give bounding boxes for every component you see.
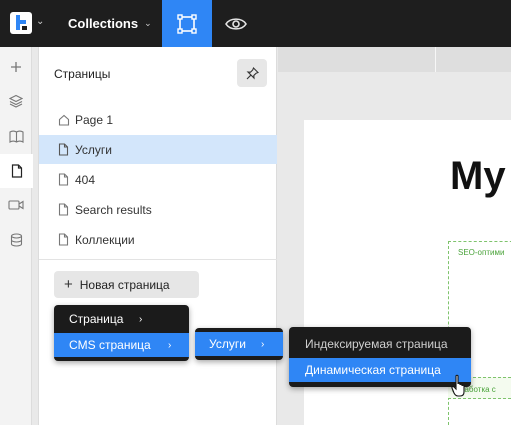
canvas-heading[interactable]: My <box>450 154 506 199</box>
pin-icon <box>246 66 259 79</box>
media-button[interactable] <box>0 188 32 222</box>
new-page-label: Новая страница <box>79 277 170 292</box>
select-tool-button[interactable] <box>162 0 212 47</box>
new-page-type-menu: Страница › CMS страница › <box>54 305 189 361</box>
collections-label: Collections <box>68 16 139 31</box>
page-item-kollektsii[interactable]: Коллекции <box>39 225 277 254</box>
pin-panel-button[interactable] <box>237 59 267 87</box>
seo-section-label: SEO-оптими <box>458 248 505 257</box>
cms-docs-button[interactable] <box>0 119 32 153</box>
hand-cursor-icon <box>450 374 470 398</box>
page-icon <box>58 143 70 156</box>
select-frame-icon <box>177 13 197 34</box>
page-item-404[interactable]: 404 <box>39 165 277 194</box>
menu-item-label: CMS страница <box>69 338 151 352</box>
plus-icon: + <box>64 276 73 293</box>
database-icon <box>10 233 22 247</box>
left-icon-rail <box>0 47 33 425</box>
collections-database-button[interactable] <box>0 223 32 257</box>
menu-item-indexed-page[interactable]: Индексируемая страница <box>289 332 471 356</box>
page-item-search-results[interactable]: Search results <box>39 195 277 224</box>
menu-item-cms-page[interactable]: CMS страница › <box>54 333 189 357</box>
chevron-right-icon: › <box>261 338 265 350</box>
page-item-label: Услуги <box>75 142 112 157</box>
menu-item-dynamic-page[interactable]: Динамическая страница <box>289 358 471 382</box>
chevron-down-icon[interactable]: ⌄ <box>36 16 44 27</box>
book-icon <box>8 130 24 143</box>
navigator-button[interactable] <box>0 84 32 118</box>
pages-panel: Страницы Page 1 Услуги 404 Search result… <box>38 47 277 425</box>
top-toolbar: ⌄ Collections ⌄ <box>0 0 511 47</box>
panel-title: Страницы <box>54 67 111 81</box>
canvas-ruler <box>278 47 511 72</box>
page-item-uslugi[interactable]: Услуги <box>39 135 277 164</box>
page-item-label: Коллекции <box>75 232 135 247</box>
collections-dropdown[interactable]: Collections ⌄ <box>56 0 164 47</box>
chevron-right-icon: › <box>168 339 172 351</box>
page-kind-submenu: Индексируемая страница Динамическая стра… <box>289 327 471 387</box>
webflow-logo-icon[interactable] <box>10 12 32 34</box>
page-icon <box>58 233 70 246</box>
preview-button[interactable] <box>212 0 260 47</box>
plus-icon <box>11 62 21 72</box>
menu-item-label: Услуги <box>209 337 246 351</box>
canvas-divider <box>435 47 436 72</box>
menu-item-label: Динамическая страница <box>305 363 441 377</box>
video-icon <box>8 200 24 210</box>
eye-icon <box>225 17 247 30</box>
menu-item-label: Индексируемая страница <box>305 337 448 351</box>
page-item-label: 404 <box>75 172 96 187</box>
layers-icon <box>9 94 23 108</box>
page-icon <box>58 173 70 186</box>
new-page-button[interactable]: + Новая страница <box>54 271 199 298</box>
page-item-page-1[interactable]: Page 1 <box>39 105 277 134</box>
page-item-label: Page 1 <box>75 112 114 127</box>
collection-submenu: Услуги › <box>195 328 283 360</box>
page-icon <box>11 164 22 178</box>
pages-panel-button[interactable] <box>0 154 33 188</box>
chevron-down-icon: ⌄ <box>144 18 152 28</box>
menu-item-uslugi[interactable]: Услуги › <box>195 332 283 356</box>
menu-item-label: Страница <box>69 312 124 326</box>
chevron-right-icon: › <box>139 313 143 325</box>
add-panel-button[interactable] <box>0 50 32 84</box>
home-icon <box>58 113 70 126</box>
panel-divider <box>39 259 277 260</box>
menu-item-page[interactable]: Страница › <box>54 307 189 331</box>
page-item-label: Search results <box>75 202 152 217</box>
page-icon <box>58 203 70 216</box>
